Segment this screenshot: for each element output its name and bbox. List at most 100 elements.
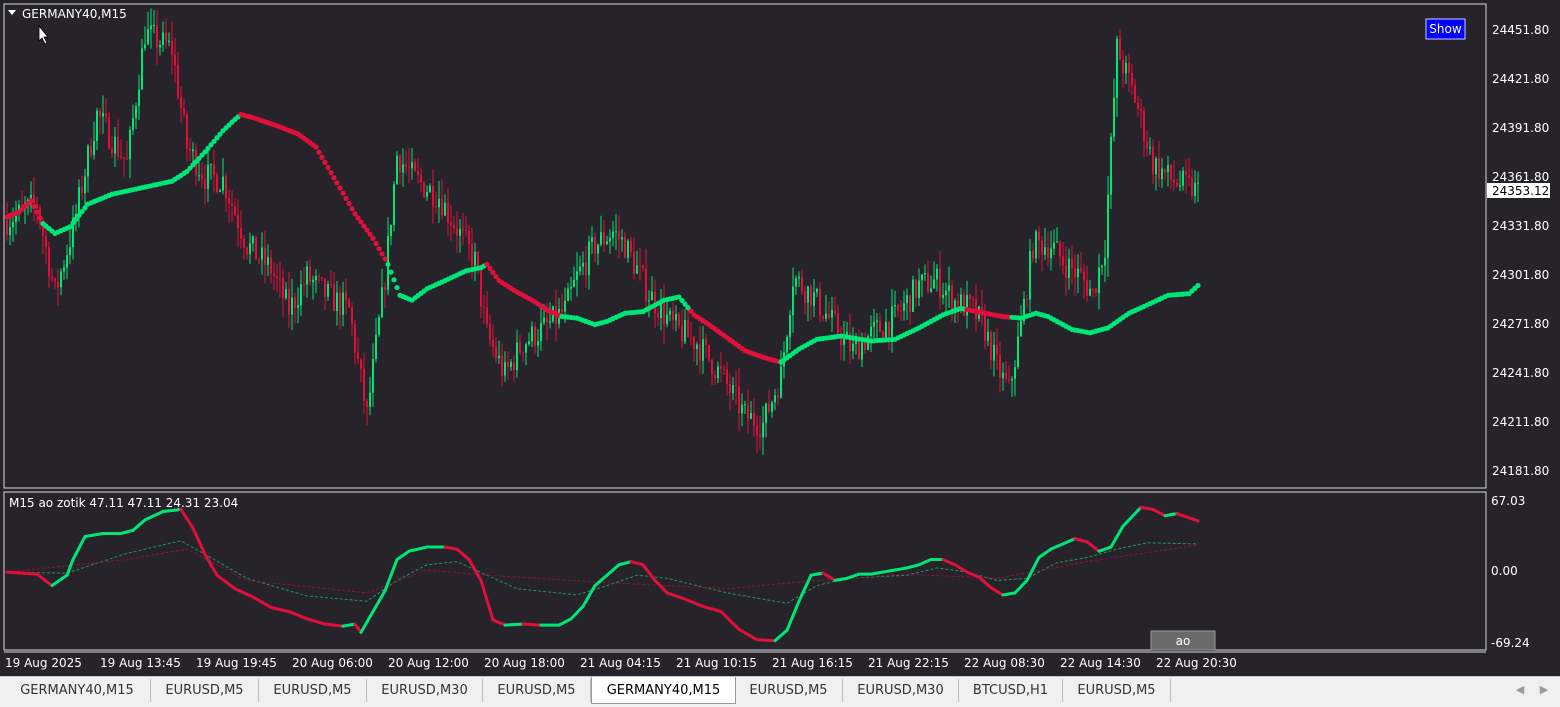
candle-body	[693, 337, 695, 349]
main-panel-border	[3, 3, 1487, 489]
candle-body	[1134, 85, 1136, 103]
candle-body	[807, 286, 809, 303]
trend-dot	[370, 235, 376, 241]
price-label: 24271.80	[1492, 317, 1549, 331]
candle-body	[705, 339, 707, 345]
candle-body	[1050, 248, 1052, 259]
candle-body	[525, 344, 527, 353]
candle-body	[537, 341, 539, 346]
candle-body	[822, 315, 824, 319]
indicator-label: M15 ao zotik 47.11 47.11 24.31 23.04	[9, 496, 238, 510]
chart-tab[interactable]: EURUSD,M5	[259, 679, 367, 702]
price-label: 24241.80	[1492, 366, 1549, 380]
candle-body	[744, 404, 746, 406]
chart-canvas[interactable]: GERMANY40,M15 Show 24451.80 24421.80 243…	[0, 0, 1560, 676]
candle-body	[792, 286, 794, 316]
candle-body	[837, 313, 839, 334]
candle-body	[825, 313, 827, 319]
candle-body	[810, 286, 812, 306]
candle-body	[1020, 321, 1022, 337]
candle-body	[1059, 241, 1061, 257]
candle-body	[351, 307, 353, 325]
candle-body	[450, 221, 452, 225]
candle-body	[852, 343, 854, 352]
candle-body	[303, 284, 305, 286]
candle-body	[237, 215, 239, 229]
time-axis: 19 Aug 2025 19 Aug 13:45 19 Aug 19:45 20…	[5, 656, 1237, 670]
chart-tab-bar: GERMANY40,M15 EURUSD,M5 EURUSD,M5 EURUSD…	[0, 676, 1560, 707]
candle-body	[108, 117, 110, 149]
time-label: 22 Aug 20:30	[1156, 656, 1237, 670]
osc-axis-label: -69.24	[1491, 636, 1530, 650]
chart-tab[interactable]: EURUSD,M5	[151, 679, 259, 702]
candle-body	[816, 288, 818, 293]
trend-dot	[313, 144, 319, 150]
chart-tab[interactable]: EURUSD,M30	[843, 679, 959, 702]
show-button[interactable]: Show	[1429, 22, 1462, 36]
trend-dot	[319, 154, 325, 160]
scroll-right-icon[interactable]: ▶	[1536, 681, 1552, 699]
candle-body	[1155, 158, 1157, 175]
chart-tab[interactable]: EURUSD,M30	[367, 679, 483, 702]
candle-body	[570, 286, 572, 289]
candle-body	[243, 238, 245, 248]
candle-body	[984, 314, 986, 341]
time-label: 19 Aug 19:45	[196, 656, 277, 670]
candle-body	[804, 291, 806, 303]
candle-body	[87, 146, 89, 177]
candle-body	[96, 110, 98, 142]
candle-body	[150, 25, 152, 30]
candle-body	[354, 324, 356, 353]
candle-body	[63, 267, 65, 272]
chart-tab[interactable]: EURUSD,M5	[483, 679, 591, 702]
chart-tab-active[interactable]: GERMANY40,M15	[591, 677, 736, 704]
candle-body	[447, 202, 449, 222]
candle-body	[861, 342, 863, 360]
candle-body	[501, 355, 503, 376]
symbol-dropdown-icon[interactable]	[8, 10, 16, 15]
candle-body	[798, 276, 800, 279]
candle-body	[345, 292, 347, 300]
chart-tab[interactable]: EURUSD,M5	[735, 679, 843, 702]
scroll-left-icon[interactable]: ◀	[1512, 681, 1528, 699]
price-label: 24211.80	[1492, 415, 1549, 429]
candle-body	[198, 175, 200, 177]
candle-body	[405, 164, 407, 168]
candle-body	[639, 265, 641, 267]
chart-area[interactable]: GERMANY40,M15 Show 24451.80 24421.80 243…	[0, 0, 1560, 676]
candle-body	[453, 224, 455, 229]
candle-body	[336, 292, 338, 312]
candle-body	[591, 237, 593, 242]
candle-body	[126, 158, 128, 160]
trend-dot	[1195, 282, 1201, 289]
ao-button[interactable]: ao	[1176, 634, 1191, 648]
candle-body	[516, 342, 518, 371]
candle-body	[780, 366, 782, 398]
candle-body	[909, 295, 911, 312]
candle-body	[1137, 102, 1139, 110]
candle-body	[1122, 59, 1124, 74]
candle-body	[456, 228, 458, 236]
chart-tab[interactable]: BTCUSD,H1	[959, 679, 1063, 702]
candle-body	[588, 241, 590, 276]
candle-body	[102, 112, 104, 117]
candle-body	[69, 247, 71, 256]
candle-body	[1188, 175, 1190, 178]
price-label: 24181.80	[1492, 464, 1549, 478]
chart-tab[interactable]: GERMANY40,M15	[4, 679, 151, 702]
candle-body	[990, 331, 992, 361]
candle-body	[1125, 62, 1127, 74]
chart-tab[interactable]: EURUSD,M5	[1063, 679, 1171, 702]
candle-body	[228, 198, 230, 204]
trend-dot	[322, 159, 328, 165]
candle-body	[216, 175, 218, 193]
candle-body	[153, 25, 155, 27]
candle-body	[1167, 164, 1169, 173]
candle-body	[1038, 231, 1040, 241]
osc-axis-label: 0.00	[1491, 564, 1518, 578]
candle-body	[831, 309, 833, 318]
candle-body	[636, 265, 638, 274]
candle-body	[1041, 240, 1043, 255]
candle-body	[1110, 136, 1112, 195]
candle-body	[1161, 168, 1163, 180]
